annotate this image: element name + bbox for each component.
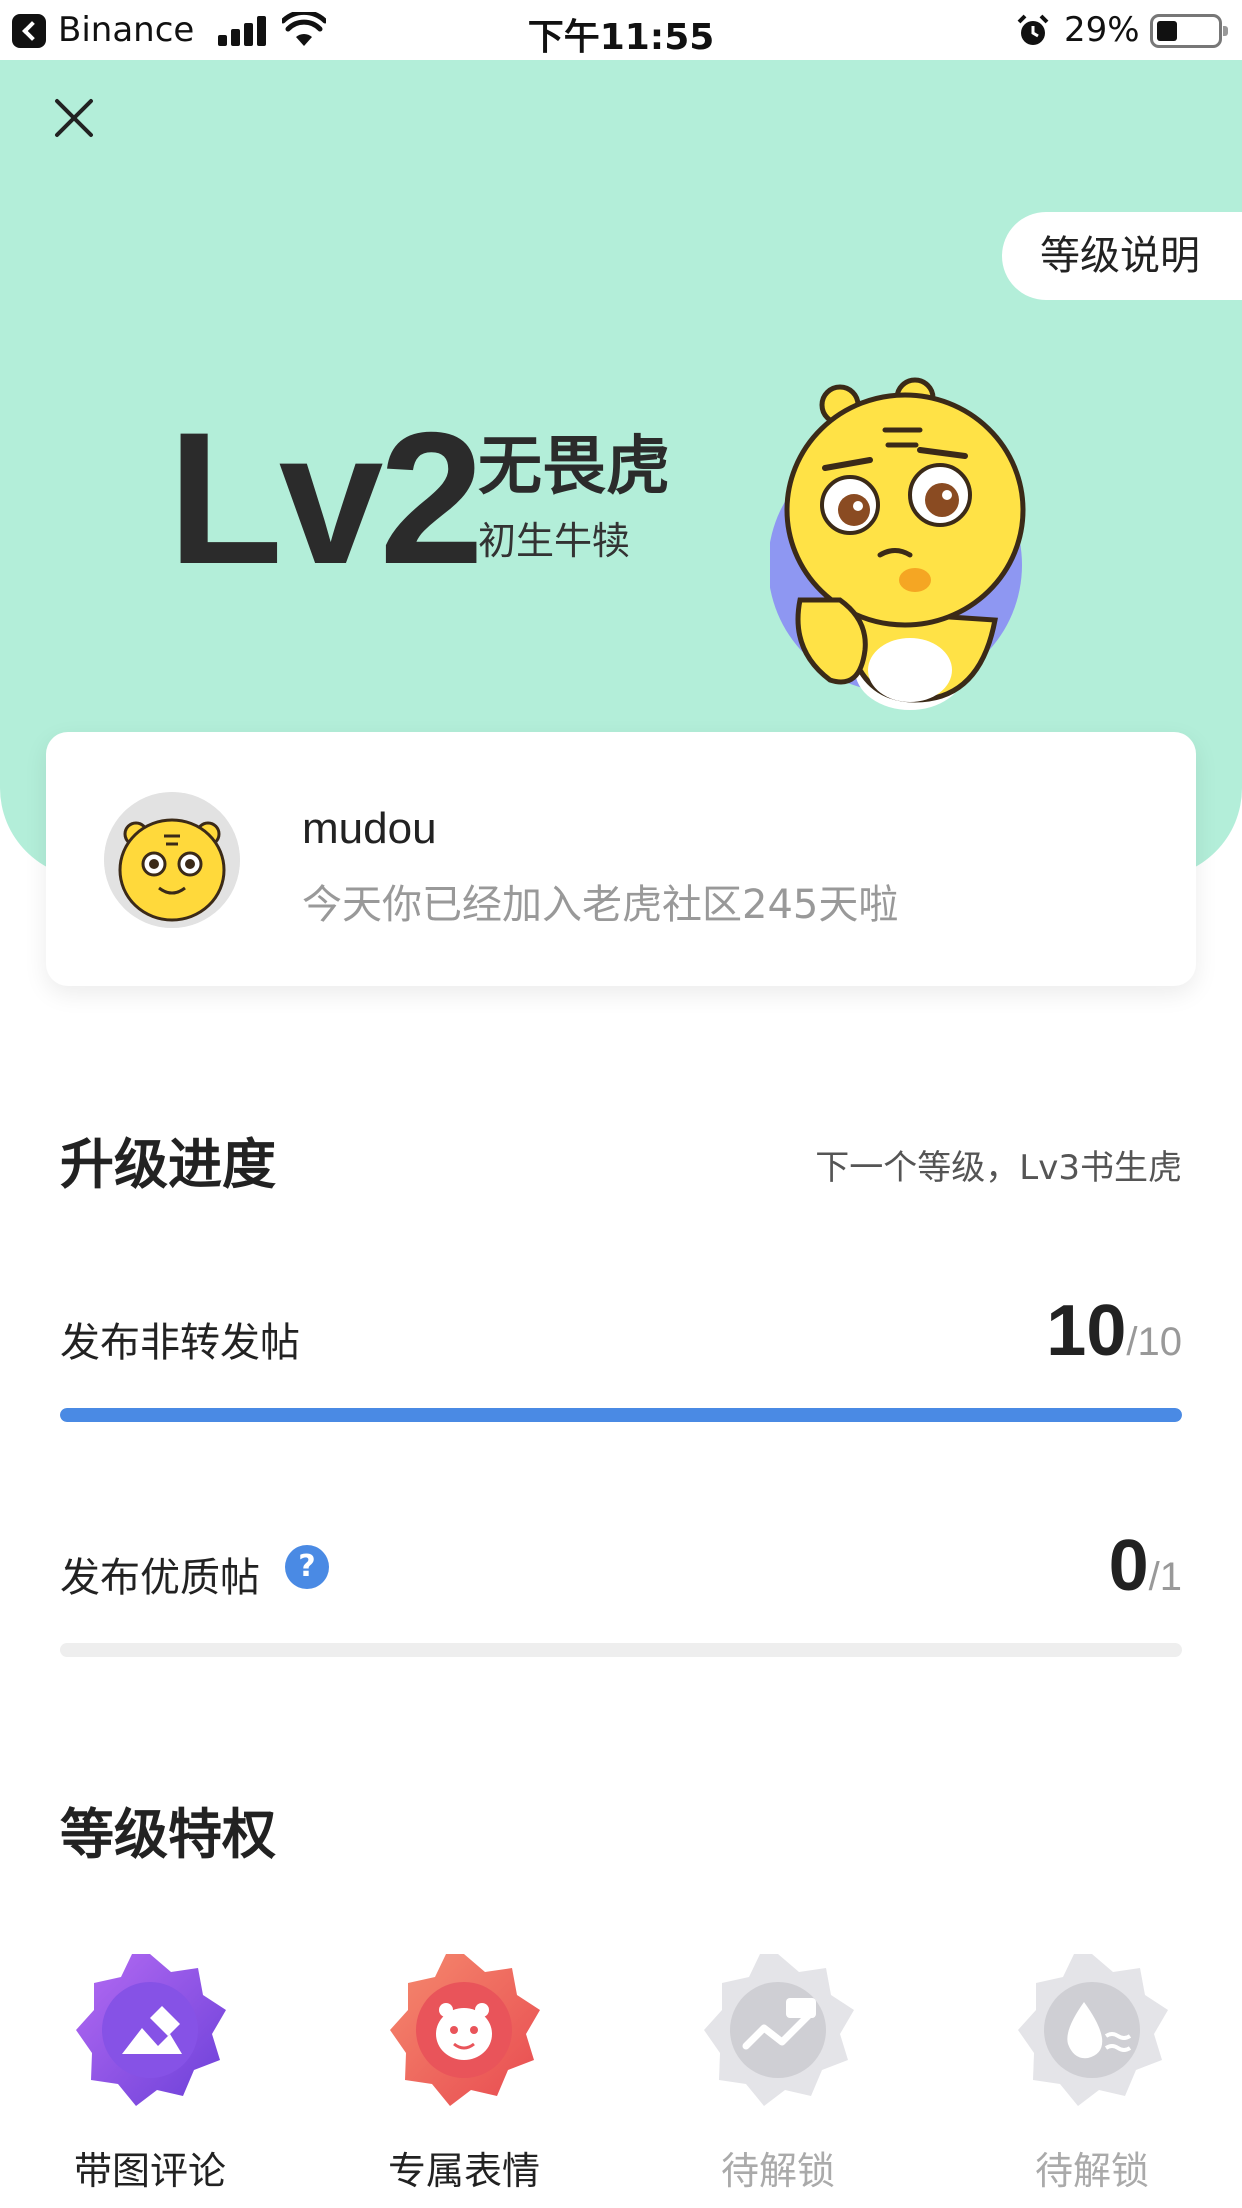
join-days-text: 今天你已经加入老虎社区245天啦 [302,882,899,928]
avatar[interactable] [104,792,240,928]
level-number: Lv2 [168,393,484,603]
close-icon[interactable] [46,90,102,146]
privilege-label: 待解锁 [1034,2149,1149,2193]
privilege-item[interactable]: 待解锁 [992,1950,1192,2195]
privilege-item[interactable]: 专属表情 [364,1950,564,2195]
privilege-item[interactable]: 带图评论 [50,1950,250,2195]
battery-percentage: 29% [1064,10,1140,50]
help-icon[interactable]: ? [285,1545,329,1589]
level-explanation-button[interactable]: 等级说明 [1002,212,1242,300]
privilege-label: 专属表情 [387,2149,540,2193]
status-bar: Binance 下午11:55 29% [0,0,1242,60]
alarm-icon [1017,14,1049,45]
task-count-posts: 10/10 [1046,1290,1182,1372]
image-pencil-icon [76,1954,226,2106]
chart-icon [704,1954,854,2106]
tiger-emoji-icon [390,1954,540,2106]
privilege-label: 带图评论 [73,2149,226,2193]
upgrade-progress-title: 升级进度 [60,1133,276,1196]
battery-icon [1150,14,1228,48]
task-total: /1 [1148,1555,1182,1599]
task-count-quality-posts: 0/1 [1109,1525,1182,1607]
task-total: /10 [1126,1320,1182,1364]
task-label-quality-posts: 发布优质帖 [60,1555,260,1601]
username: mudou [302,804,437,853]
level-subtitle: 初生牛犊 [478,519,631,563]
privilege-item[interactable]: 待解锁 [678,1950,878,2195]
progress-bar-quality-posts [60,1643,1182,1657]
level-title: 无畏虎 [478,430,670,504]
task-label-posts: 发布非转发帖 [60,1320,300,1366]
privilege-label: 待解锁 [720,2149,835,2193]
water-drop-icon [1018,1954,1168,2106]
level-privileges-title: 等级特权 [60,1803,276,1866]
clock: 下午11:55 [527,17,715,58]
progress-bar-posts [60,1408,1182,1422]
user-card[interactable]: mudou 今天你已经加入老虎社区245天啦 [46,732,1196,986]
next-level-text: 下一个等级，Lv3书生虎 [815,1148,1182,1188]
progress-fill-posts [60,1408,1182,1422]
task-current: 10 [1046,1291,1127,1371]
task-current: 0 [1108,1526,1149,1606]
tiger-avatar-icon [104,792,240,928]
tiger-mascot-icon [770,377,1026,710]
